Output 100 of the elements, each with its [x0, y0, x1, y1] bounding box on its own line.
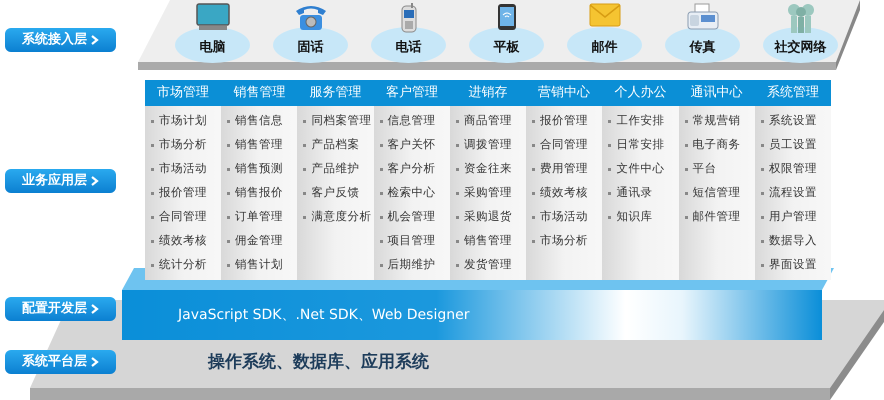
- layer-label: 业务应用层: [5, 169, 116, 193]
- module-item[interactable]: 客户反馈: [311, 184, 360, 202]
- module-item[interactable]: 销售报价: [235, 184, 284, 202]
- bullet-icon: [760, 144, 764, 146]
- module-item[interactable]: 资金往来: [464, 160, 512, 178]
- module-item[interactable]: 佣金管理: [235, 232, 284, 250]
- module-header: 客户管理: [374, 80, 450, 106]
- module-item[interactable]: 报价管理: [159, 184, 207, 202]
- module-item[interactable]: 短信管理: [692, 184, 741, 202]
- module-item[interactable]: 数据导入: [768, 232, 817, 250]
- bullet-icon: [380, 216, 383, 218]
- module-item[interactable]: 流程设置: [768, 184, 817, 202]
- platform-side: [836, 0, 860, 70]
- bullet-icon: [684, 144, 688, 146]
- module-header: 系统管理: [754, 80, 831, 106]
- module-item[interactable]: 工作安排: [616, 112, 664, 130]
- module-item[interactable]: 权限管理: [768, 160, 817, 178]
- bullet-icon: [760, 192, 764, 194]
- device-label: 固话: [298, 38, 324, 56]
- module-item[interactable]: 后期维护: [388, 256, 436, 274]
- device-label: 传真: [690, 38, 716, 56]
- module-item[interactable]: 系统设置: [768, 112, 817, 130]
- module-item[interactable]: 市场活动: [159, 160, 207, 178]
- module-item[interactable]: 统计分析: [159, 256, 207, 274]
- bullet-icon: [608, 144, 612, 146]
- module-item[interactable]: 销售预测: [235, 160, 284, 178]
- module-item[interactable]: 邮件管理: [692, 208, 741, 226]
- module-item[interactable]: 合同管理: [540, 136, 588, 154]
- layer-label: 系统平台层: [5, 350, 116, 374]
- module-item[interactable]: 费用管理: [540, 160, 588, 178]
- module-item[interactable]: 产品档案: [311, 136, 360, 154]
- bullet-icon: [227, 120, 230, 122]
- device-label: 邮件: [592, 38, 618, 56]
- bullet-icon: [532, 120, 536, 122]
- module-item[interactable]: 机会管理: [388, 208, 436, 226]
- module-item[interactable]: 发货管理: [464, 256, 512, 274]
- bullet-icon: [760, 216, 764, 218]
- bullet-icon: [684, 192, 688, 194]
- module-item[interactable]: 绩效考核: [159, 232, 207, 250]
- module-item[interactable]: 商品管理: [464, 112, 512, 130]
- module-header: 营销中心: [526, 80, 602, 106]
- bullet-icon: [608, 216, 612, 218]
- bullet-icon: [380, 144, 383, 146]
- module-item[interactable]: 订单管理: [235, 208, 284, 226]
- bullet-icon: [380, 264, 383, 266]
- module-item[interactable]: 满意度分析: [311, 208, 372, 226]
- chevron-icon: [91, 357, 99, 367]
- module-item[interactable]: 员工设置: [768, 136, 817, 154]
- module-item[interactable]: 知识库: [616, 208, 652, 226]
- module-item[interactable]: 电子商务: [692, 136, 741, 154]
- module-item[interactable]: 通讯录: [616, 184, 652, 202]
- module-item[interactable]: 采购管理: [464, 184, 512, 202]
- module-item[interactable]: 检索中心: [388, 184, 436, 202]
- module-item[interactable]: 客户分析: [388, 160, 436, 178]
- bullet-icon: [760, 264, 764, 266]
- module-header: 服务管理: [297, 80, 374, 106]
- bullet-icon: [760, 240, 764, 242]
- module-item[interactable]: 采购退货: [464, 208, 512, 226]
- bullet-icon: [151, 168, 154, 170]
- module-item[interactable]: 市场计划: [159, 112, 207, 130]
- module-item[interactable]: 产品维护: [311, 160, 360, 178]
- bullet-icon: [456, 216, 459, 218]
- platform-layer-text: 操作系统、数据库、应用系统: [208, 352, 429, 372]
- tablet-icon: [496, 3, 516, 31]
- bullet-icon: [532, 168, 536, 170]
- module-item[interactable]: 客户关怀: [388, 136, 436, 154]
- module-item[interactable]: 市场分析: [540, 232, 588, 250]
- device-label: 电脑: [200, 38, 226, 56]
- module-item[interactable]: 日常安排: [616, 136, 664, 154]
- layer-label: 配置开发层: [5, 297, 116, 321]
- telephone-icon: [294, 3, 328, 31]
- module-header: 销售管理: [221, 80, 298, 106]
- module-item[interactable]: 文件中心: [616, 160, 664, 178]
- device-label: 平板: [494, 38, 520, 56]
- module-item[interactable]: 市场分析: [159, 136, 207, 154]
- bullet-icon: [380, 192, 383, 194]
- bullet-icon: [456, 144, 459, 146]
- module-header: 个人办公: [602, 80, 679, 106]
- module-item[interactable]: 销售管理: [464, 232, 512, 250]
- module-item[interactable]: 常规营销: [692, 112, 741, 130]
- module-item[interactable]: 调拨管理: [464, 136, 512, 154]
- module-item[interactable]: 项目管理: [388, 232, 436, 250]
- module-item[interactable]: 销售信息: [235, 112, 284, 130]
- module-item[interactable]: 销售管理: [235, 136, 284, 154]
- module-item[interactable]: 绩效考核: [540, 184, 588, 202]
- module-item[interactable]: 信息管理: [388, 112, 436, 130]
- module-header: 通讯中心: [678, 80, 755, 106]
- chevron-icon: [91, 304, 99, 314]
- module-item[interactable]: 合同管理: [159, 208, 207, 226]
- module-item[interactable]: 销售计划: [235, 256, 284, 274]
- bullet-icon: [684, 216, 688, 218]
- module-item[interactable]: 市场活动: [540, 208, 588, 226]
- bullet-icon: [227, 192, 230, 194]
- module-header: 进销存: [450, 80, 526, 106]
- module-item[interactable]: 界面设置: [768, 256, 817, 274]
- module-item[interactable]: 报价管理: [540, 112, 588, 130]
- module-item[interactable]: 平台: [692, 160, 717, 178]
- module-item[interactable]: 用户管理: [768, 208, 817, 226]
- module-item[interactable]: 同档案管理: [311, 112, 372, 130]
- bullet-icon: [227, 240, 230, 242]
